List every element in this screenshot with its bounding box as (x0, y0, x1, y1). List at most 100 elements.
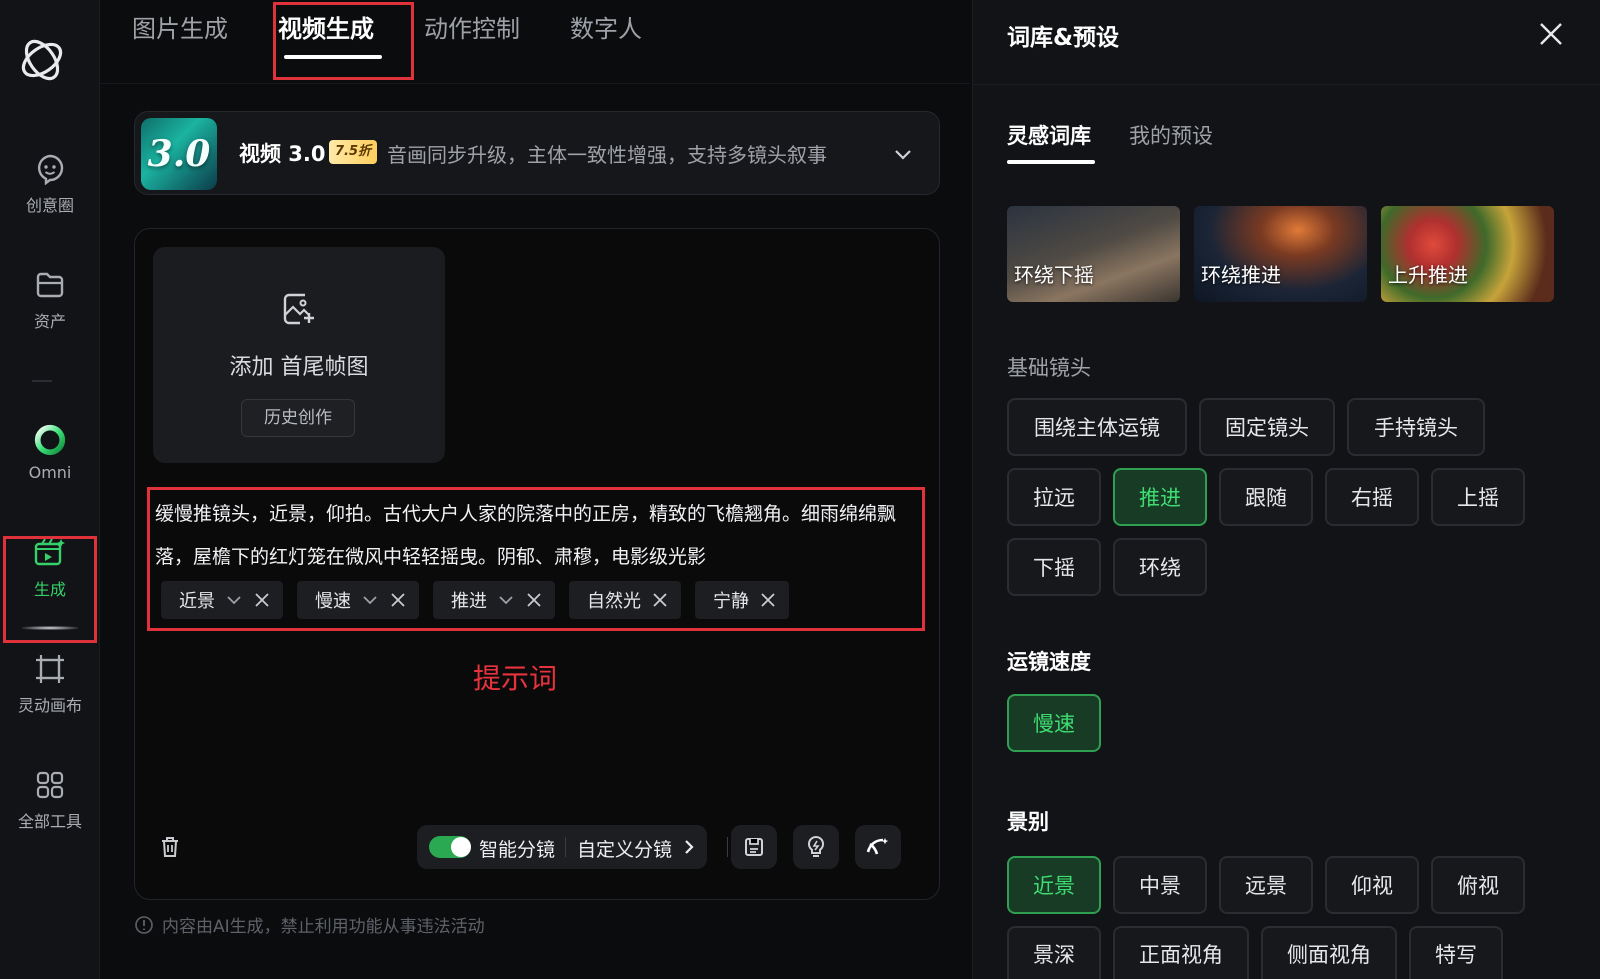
camera-tag[interactable]: 跟随 (1219, 468, 1313, 526)
shot-tag[interactable]: 俯视 (1431, 856, 1525, 914)
panel-title: 词库&预设 (1007, 25, 1120, 51)
top-tab-bar: 图片生成 视频生成 动作控制 数字人 (100, 0, 970, 84)
grid-icon (33, 768, 67, 802)
tab-highlight-box (273, 2, 414, 80)
model-description: 音画同步升级，主体一致性增强，支持多镜头叙事 (387, 143, 827, 167)
rail-item-label: 资产 (33, 312, 66, 331)
rail-item-label: 灵动画布 (17, 696, 82, 715)
shot-tag[interactable]: 中景 (1113, 856, 1207, 914)
section-title-camera-speed: 运镜速度 (1007, 650, 1091, 674)
toolbar-divider (565, 837, 566, 857)
prompt-library-panel: 词库&预设 灵感词库 我的预设 环绕下摇 环绕推进 上升推进 基础镜头 围绕主体… (972, 0, 1600, 979)
preset-thumbnail[interactable]: 环绕推进 (1194, 206, 1367, 302)
save-preset-button[interactable] (731, 825, 777, 869)
tab-motion-control[interactable]: 动作控制 (424, 12, 520, 46)
chip-close-shot[interactable]: 近景 (161, 581, 283, 619)
chevron-down-icon[interactable] (225, 591, 243, 609)
disclaimer-text: 内容由AI生成，禁止利用功能从事违法活动 (162, 917, 485, 937)
first-last-frame-upload[interactable]: 添加 首尾帧图 历史创作 (153, 247, 445, 463)
preset-thumbnail[interactable]: 上升推进 (1381, 206, 1554, 302)
tab-inspiration-library[interactable]: 灵感词库 (1007, 120, 1091, 150)
camera-tag[interactable]: 围绕主体运镜 (1007, 398, 1187, 456)
rail-item-label: Omni (28, 462, 72, 482)
tab-image-generation[interactable]: 图片生成 (132, 12, 228, 46)
rail-divider (32, 380, 52, 382)
toolbar-separator (727, 837, 728, 857)
chat-smile-icon (33, 152, 67, 186)
tab-my-presets[interactable]: 我的预设 (1129, 120, 1213, 150)
rail-item-community[interactable]: 创意圈 (0, 136, 100, 232)
camera-tag-selected[interactable]: 推进 (1113, 468, 1207, 526)
trash-icon[interactable] (159, 835, 181, 859)
folder-icon (33, 268, 67, 302)
add-image-icon (283, 293, 314, 325)
app-logo-icon[interactable] (16, 34, 68, 86)
rail-active-glow (22, 626, 78, 630)
omni-ring-icon (33, 423, 67, 457)
shot-tag[interactable]: 远景 (1219, 856, 1313, 914)
lightbulb-icon (807, 835, 825, 857)
info-icon (135, 915, 153, 934)
prompt-chips: 近景 慢速 推进 自然光 宁静 (161, 581, 789, 619)
thumbnail-label: 环绕推进 (1201, 263, 1281, 287)
shot-tag[interactable]: 景深 (1007, 926, 1101, 979)
camera-tag[interactable]: 下摇 (1007, 538, 1101, 596)
custom-split-button[interactable]: 自定义分镜 (577, 835, 672, 862)
history-creation-button[interactable]: 历史创作 (241, 399, 355, 437)
active-tab-underline (1007, 160, 1095, 164)
chip-label: 推进 (451, 591, 487, 612)
close-icon[interactable] (389, 591, 407, 609)
close-icon[interactable] (759, 591, 777, 609)
section-title-basic-camera: 基础镜头 (1007, 356, 1091, 380)
smart-split-label[interactable]: 智能分镜 (479, 835, 555, 862)
camera-tag[interactable]: 上摇 (1431, 468, 1525, 526)
shot-tag[interactable]: 仰视 (1325, 856, 1419, 914)
shot-tag-selected[interactable]: 近景 (1007, 856, 1101, 914)
chip-slow-speed[interactable]: 慢速 (297, 581, 419, 619)
model-name: 视频 3.0 (239, 142, 326, 166)
camera-tag[interactable]: 固定镜头 (1199, 398, 1335, 456)
inspiration-button[interactable] (793, 825, 839, 869)
close-icon[interactable] (253, 591, 271, 609)
chevron-down-icon[interactable] (891, 142, 915, 166)
magic-polish-button[interactable] (855, 825, 901, 869)
thumbnail-label: 环绕下摇 (1014, 263, 1094, 287)
chevron-down-icon[interactable] (361, 591, 379, 609)
model-thumbnail: 3.0 (141, 118, 217, 190)
close-icon[interactable] (1537, 20, 1565, 48)
prompt-textarea[interactable]: 缓慢推镜头，近景，仰拍。古代大户人家的院落中的正房，精致的飞檐翘角。细雨绵绵飘落… (155, 493, 915, 579)
shot-tag[interactable]: 特写 (1409, 926, 1503, 979)
rail-item-assets[interactable]: 资产 (0, 252, 100, 348)
rail-item-canvas[interactable]: 灵动画布 (0, 636, 100, 732)
thumbnail-label: 上升推进 (1388, 263, 1468, 287)
close-icon[interactable] (651, 591, 669, 609)
shot-tag[interactable]: 侧面视角 (1261, 926, 1397, 979)
chip-label: 宁静 (713, 591, 749, 612)
rail-item-omni[interactable]: Omni (0, 404, 100, 500)
disclaimer: 内容由AI生成，禁止利用功能从事违法活动 (134, 912, 485, 937)
camera-tag[interactable]: 拉远 (1007, 468, 1101, 526)
chip-push-in[interactable]: 推进 (433, 581, 555, 619)
camera-tag[interactable]: 环绕 (1113, 538, 1207, 596)
tab-digital-human[interactable]: 数字人 (570, 12, 642, 46)
speed-tag-selected[interactable]: 慢速 (1007, 694, 1101, 752)
rail-item-label: 创意圈 (25, 196, 74, 215)
save-icon (745, 838, 763, 856)
close-icon[interactable] (525, 591, 543, 609)
chevron-down-icon[interactable] (497, 591, 515, 609)
camera-tag[interactable]: 手持镜头 (1347, 398, 1485, 456)
chip-label: 自然光 (587, 591, 641, 612)
model-selector[interactable]: 3.0 视频 3.0 7.5折 音画同步升级，主体一致性增强，支持多镜头叙事 (134, 111, 940, 195)
rail-item-all-tools[interactable]: 全部工具 (0, 752, 100, 848)
preset-thumbnail[interactable]: 环绕下摇 (1007, 206, 1180, 302)
chip-calm[interactable]: 宁静 (695, 581, 789, 619)
magic-wand-icon (866, 838, 889, 855)
chevron-right-icon[interactable] (679, 837, 699, 857)
smart-split-toggle[interactable] (429, 836, 471, 858)
canvas-frame-icon (33, 652, 67, 686)
section-title-shot-size: 景别 (1007, 810, 1049, 834)
camera-tag[interactable]: 右摇 (1325, 468, 1419, 526)
chip-label: 慢速 (315, 591, 351, 612)
chip-natural-light[interactable]: 自然光 (569, 581, 681, 619)
shot-tag[interactable]: 正面视角 (1113, 926, 1249, 979)
